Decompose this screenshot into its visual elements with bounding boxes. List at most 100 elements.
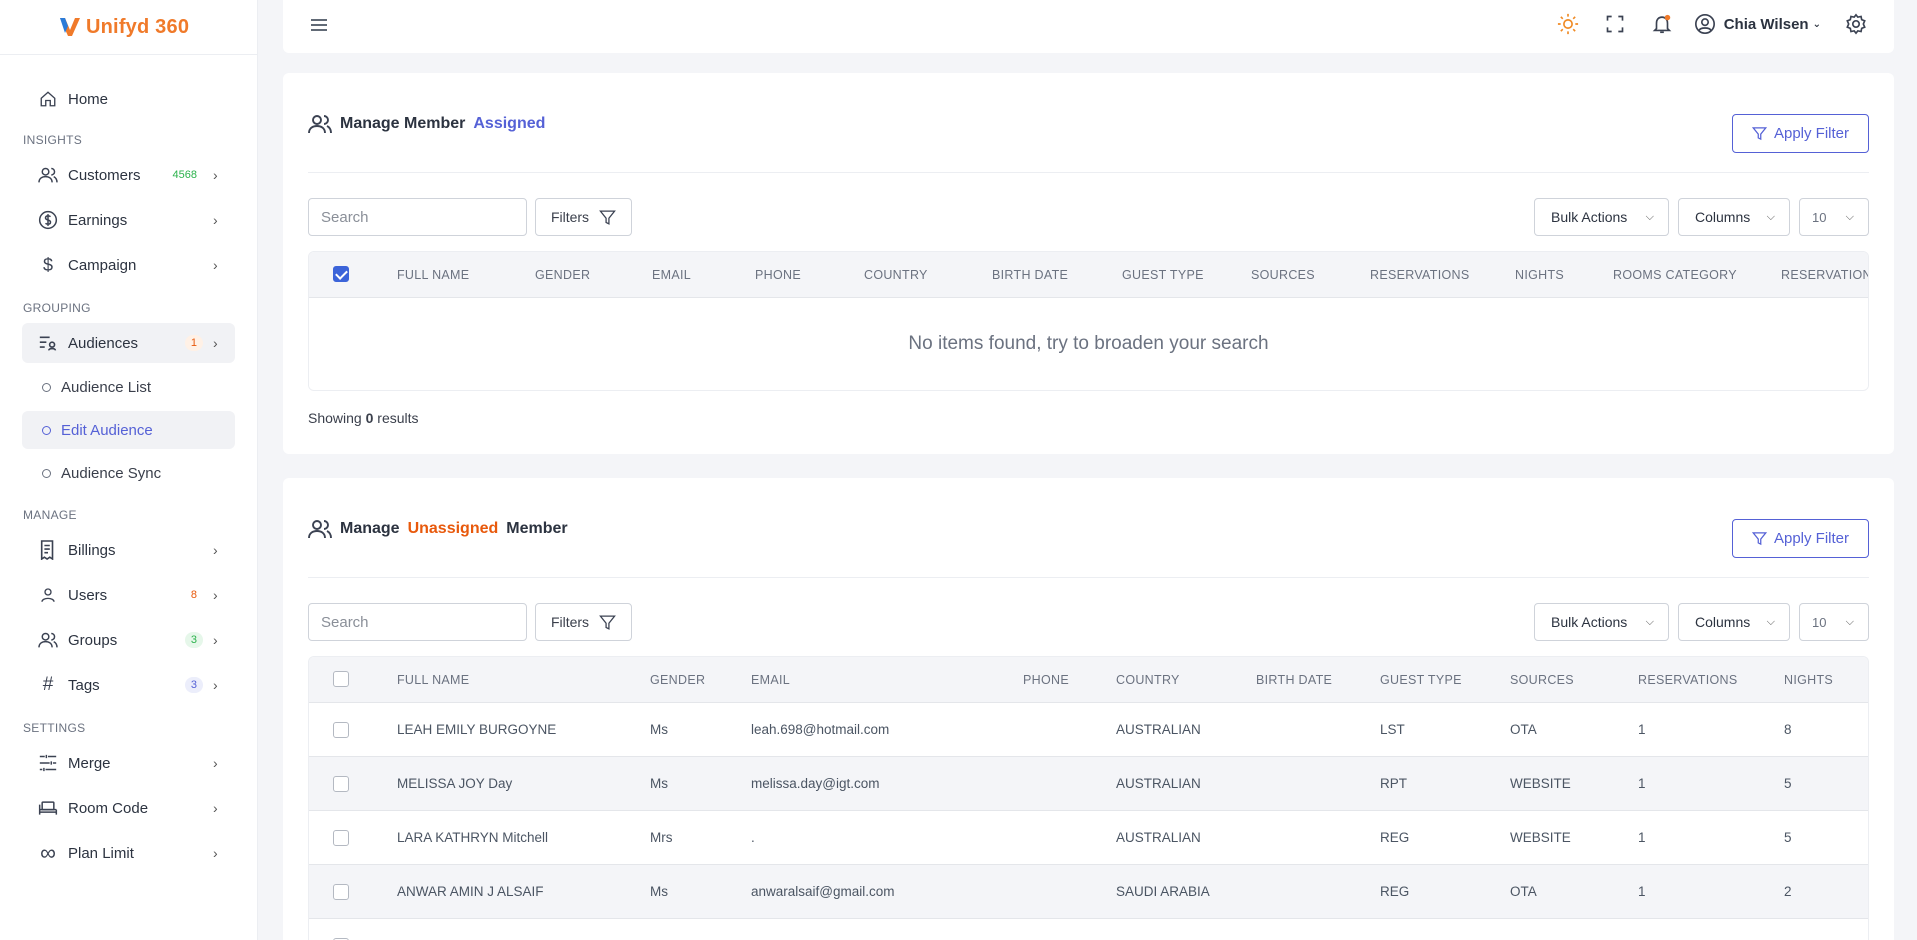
- select-all-checkbox[interactable]: [333, 671, 349, 687]
- column-header[interactable]: EMAIL: [652, 268, 691, 282]
- sidebar-item-billings[interactable]: Billings ›: [22, 530, 235, 570]
- column-header[interactable]: SOURCES: [1510, 673, 1574, 687]
- cell-email: melissa.day@igt.com: [751, 776, 880, 791]
- column-header[interactable]: PHONE: [1023, 673, 1069, 687]
- dropdown-label: 10: [1812, 614, 1827, 630]
- title-highlight: Assigned: [473, 115, 546, 132]
- cell-sources: OTA: [1510, 884, 1537, 899]
- column-header[interactable]: GUEST TYPE: [1122, 268, 1204, 282]
- table-row[interactable]: LARA KATHRYN Mitchell Mrs . AUSTRALIAN R…: [309, 811, 1868, 865]
- apply-filter-button[interactable]: Apply Filter: [1732, 519, 1869, 558]
- dropdown-label: Columns: [1695, 614, 1751, 630]
- column-header[interactable]: GENDER: [535, 268, 590, 282]
- row-checkbox[interactable]: [333, 722, 349, 738]
- sidebar-item-plan-limit[interactable]: ∞ Plan Limit ›: [22, 833, 235, 873]
- bell-icon[interactable]: [1650, 12, 1674, 36]
- cell-guest-type: REG: [1380, 830, 1410, 845]
- column-header[interactable]: COUNTRY: [864, 268, 928, 282]
- title-highlight: Unassigned: [407, 520, 499, 537]
- chevron-right-icon: ›: [213, 587, 218, 603]
- select-all-checkbox[interactable]: [333, 266, 349, 282]
- user-menu[interactable]: Chia Wilsen ⌄: [1694, 13, 1821, 35]
- bulk-actions-dropdown[interactable]: Bulk Actions ⌵: [1534, 603, 1669, 641]
- apply-filter-button[interactable]: Apply Filter: [1732, 114, 1869, 153]
- logo[interactable]: Unifyd 360: [0, 0, 257, 55]
- page-size-select[interactable]: 10 ⌵: [1799, 603, 1869, 641]
- sidebar-item-tags[interactable]: # Tags 3 ›: [22, 665, 235, 705]
- columns-dropdown[interactable]: Columns ⌵: [1678, 198, 1790, 236]
- search-placeholder: Search: [321, 208, 369, 226]
- cell-nights: 5: [1784, 776, 1792, 791]
- filters-button[interactable]: Filters: [535, 603, 632, 641]
- column-header[interactable]: SOURCES: [1251, 268, 1315, 282]
- home-icon: [38, 89, 58, 109]
- row-checkbox[interactable]: [333, 884, 349, 900]
- filter-icon: [599, 614, 616, 630]
- menu-icon[interactable]: [310, 17, 328, 33]
- search-input[interactable]: Search: [308, 198, 527, 236]
- column-header[interactable]: EMAIL: [751, 673, 790, 687]
- search-input[interactable]: Search: [308, 603, 527, 641]
- sidebar-item-room-code[interactable]: Room Code ›: [22, 788, 235, 828]
- cell-country: AUSTRALIAN: [1116, 776, 1201, 791]
- sidebar-item-earnings[interactable]: Earnings ›: [22, 200, 235, 240]
- column-header[interactable]: RESERVATION: [1781, 268, 1868, 282]
- column-header[interactable]: RESERVATIONS: [1370, 268, 1469, 282]
- filters-button[interactable]: Filters: [535, 198, 632, 236]
- sidebar-subitem-audience-list[interactable]: Audience List: [22, 368, 235, 406]
- sidebar-item-home[interactable]: Home: [22, 79, 235, 119]
- sidebar-item-users[interactable]: Users 8 ›: [22, 575, 235, 615]
- column-header[interactable]: RESERVATIONS: [1638, 673, 1737, 687]
- column-header[interactable]: NIGHTS: [1784, 673, 1833, 687]
- column-header[interactable]: NIGHTS: [1515, 268, 1564, 282]
- assigned-table: FULL NAME GENDER EMAIL PHONE COUNTRY BIR…: [308, 251, 1869, 391]
- sidebar-item-label: Plan Limit: [68, 844, 134, 862]
- column-header[interactable]: GENDER: [650, 673, 705, 687]
- sidebar-subitem-audience-sync[interactable]: Audience Sync: [22, 454, 235, 492]
- column-header[interactable]: BIRTH DATE: [992, 268, 1068, 282]
- results-number: 0: [365, 410, 374, 426]
- cell-full-name: LEAH EMILY BURGOYNE: [397, 722, 557, 737]
- card-title: Manage Unassigned Member: [308, 518, 568, 540]
- cell-guest-type: LST: [1380, 722, 1405, 737]
- table-header: FULL NAME GENDER EMAIL PHONE COUNTRY BIR…: [309, 657, 1868, 703]
- chevron-down-icon: ⌵: [1845, 615, 1854, 628]
- page-size-select[interactable]: 10 ⌵: [1799, 198, 1869, 236]
- column-header[interactable]: FULL NAME: [397, 268, 469, 282]
- columns-dropdown[interactable]: Columns ⌵: [1678, 603, 1790, 641]
- sun-icon[interactable]: [1556, 12, 1580, 36]
- column-header[interactable]: ROOMS CATEGORY: [1613, 268, 1737, 282]
- users-icon: [38, 630, 58, 650]
- sidebar-subitem-edit-audience[interactable]: Edit Audience: [22, 411, 235, 449]
- column-header[interactable]: FULL NAME: [397, 673, 469, 687]
- sidebar-item-groups[interactable]: Groups 3 ›: [22, 620, 235, 660]
- bulk-actions-dropdown[interactable]: Bulk Actions ⌵: [1534, 198, 1669, 236]
- infinity-icon: ∞: [40, 840, 56, 865]
- column-header[interactable]: COUNTRY: [1116, 673, 1180, 687]
- sidebar-item-label: Audiences: [68, 334, 139, 352]
- chevron-down-icon: ⌵: [1645, 615, 1654, 628]
- sidebar-item-customers[interactable]: Customers 4568 ›: [22, 155, 235, 195]
- dropdown-label: 10: [1812, 209, 1827, 225]
- row-checkbox[interactable]: [333, 830, 349, 846]
- chevron-right-icon: ›: [213, 212, 218, 228]
- chevron-right-icon: ›: [213, 800, 218, 816]
- sidebar-item-merge[interactable]: Merge ›: [22, 743, 235, 783]
- gear-icon[interactable]: [1844, 12, 1868, 36]
- button-label: Filters: [550, 209, 590, 225]
- table-row[interactable]: LEAH EMILY BURGOYNE Ms leah.698@hotmail.…: [309, 703, 1868, 757]
- button-label: Filters: [550, 614, 590, 630]
- table-row[interactable]: MELISSA JOY Day Ms melissa.day@igt.com A…: [309, 757, 1868, 811]
- column-header[interactable]: PHONE: [755, 268, 801, 282]
- count-badge: 1: [184, 335, 203, 351]
- row-checkbox[interactable]: [333, 776, 349, 792]
- card-title: Manage Member Assigned: [308, 113, 545, 135]
- sidebar-item-label: Billings: [68, 541, 116, 559]
- column-header[interactable]: BIRTH DATE: [1256, 673, 1332, 687]
- fullscreen-icon[interactable]: [1603, 12, 1627, 36]
- sidebar-item-audiences[interactable]: Audiences 1 ›: [22, 323, 235, 363]
- table-row[interactable]: ANWAR AMIN J ALSAIF Ms anwaralsaif@gmail…: [309, 865, 1868, 919]
- table-row[interactable]: [309, 919, 1868, 940]
- sidebar-item-campaign[interactable]: $ Campaign ›: [22, 245, 235, 285]
- column-header[interactable]: GUEST TYPE: [1380, 673, 1462, 687]
